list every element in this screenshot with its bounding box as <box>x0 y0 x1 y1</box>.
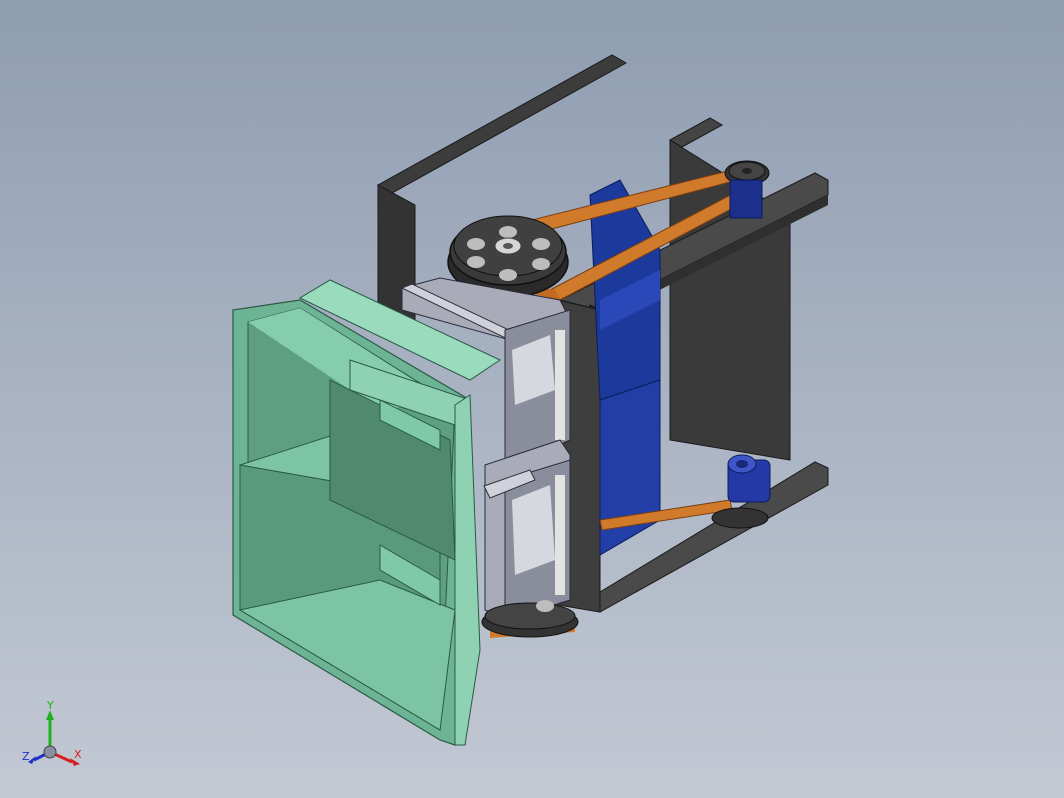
motor-housing[interactable] <box>589 179 661 556</box>
hopper[interactable] <box>232 279 502 746</box>
x-axis-label: X <box>74 748 82 761</box>
y-axis-label: Y <box>46 700 54 712</box>
coordinate-triad: Y X Z <box>22 700 82 766</box>
graphics-viewport[interactable]: Y X Z <box>0 0 1064 798</box>
cad-model-scene[interactable] <box>0 0 1064 798</box>
small-pulley[interactable] <box>724 160 770 219</box>
z-axis-label: Z <box>22 750 30 763</box>
motor-small[interactable] <box>727 454 771 503</box>
